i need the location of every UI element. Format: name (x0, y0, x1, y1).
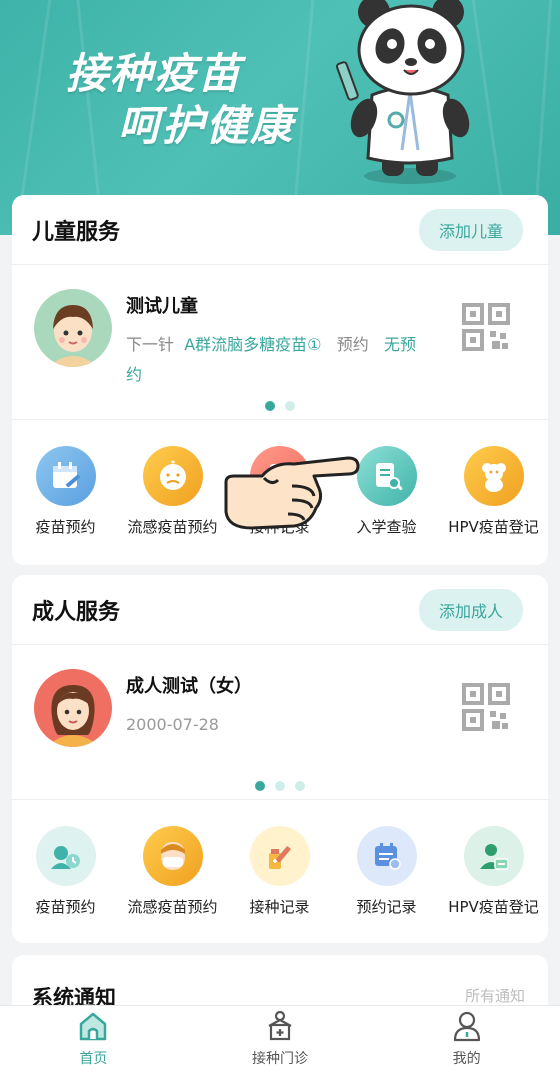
add-child-button[interactable]: 添加儿童 (418, 208, 523, 251)
adult-services-grid: 疫苗预约 流感疫苗预约 接种记录 预约记录 HPV疫苗登记 (12, 800, 548, 942)
service-label: 流感疫苗预约 (127, 518, 218, 536)
child-services-title: 儿童服务 (32, 219, 121, 245)
bottom-tab-bar: 首页 接种门诊 我的 (0, 1005, 560, 1075)
tab-mine[interactable]: 我的 (373, 1006, 560, 1075)
appointment-record[interactable]: 预约记录 (333, 826, 440, 942)
user-clock-icon (35, 826, 96, 886)
child-vaccine-appointment[interactable]: 疫苗预约 (12, 446, 119, 562)
qr-code-icon[interactable] (462, 303, 510, 351)
banner-slogan-line2: 呵护健康 (118, 101, 295, 150)
carousel-dot[interactable] (295, 781, 305, 791)
service-label: HPV疫苗登记 (448, 898, 539, 916)
adult-avatar (34, 669, 112, 747)
carousel-dot[interactable] (265, 401, 275, 411)
carousel-dot[interactable] (255, 781, 265, 791)
adult-flu-vaccine-appointment[interactable]: 流感疫苗预约 (119, 826, 226, 942)
child-avatar (34, 289, 112, 367)
service-label: 流感疫苗预约 (127, 898, 218, 916)
service-label: HPV疫苗登记 (448, 518, 539, 536)
tab-home[interactable]: 首页 (0, 1006, 187, 1075)
add-adult-button[interactable]: 添加成人 (418, 588, 523, 631)
service-label: 疫苗预约 (35, 898, 96, 916)
adult-services-title: 成人服务 (32, 599, 121, 625)
next-vaccine-name: A群流脑多糖疫苗① (184, 335, 322, 354)
user-icon (453, 1011, 480, 1042)
home-icon (80, 1012, 107, 1041)
tab-label: 我的 (452, 1051, 481, 1067)
tab-clinic[interactable]: 接种门诊 (187, 1006, 374, 1075)
adult-hpv-registration[interactable]: HPV疫苗登记 (440, 826, 547, 942)
sick-baby-icon (142, 446, 203, 506)
syringe-bottle-icon (249, 826, 310, 886)
child-carousel-dots (12, 401, 548, 411)
adult-vaccination-record[interactable]: 接种记录 (226, 826, 333, 942)
appointment-label: 预约 (336, 335, 369, 354)
service-label: 接种记录 (249, 898, 310, 916)
adult-carousel-dots (12, 781, 548, 791)
user-card-icon (463, 826, 524, 886)
tab-label: 首页 (79, 1051, 108, 1067)
service-label: 疫苗预约 (35, 518, 96, 536)
calendar-list-icon (356, 826, 417, 886)
adult-name: 成人测试（女） (126, 676, 252, 697)
carousel-dot[interactable] (275, 781, 285, 791)
child-services-header: 儿童服务 添加儿童 (12, 195, 548, 265)
service-label: 入学查验 (356, 518, 417, 536)
child-name: 测试儿童 (126, 296, 198, 317)
carousel-dot[interactable] (285, 401, 295, 411)
qr-code-icon[interactable] (462, 683, 510, 731)
adult-vaccine-appointment[interactable]: 疫苗预约 (12, 826, 119, 942)
child-next-vaccine-info: 下一针 A群流脑多糖疫苗① 预约 无预约 (126, 330, 426, 390)
masked-face-icon (142, 826, 203, 886)
all-notices-link[interactable]: 所有通知 (465, 985, 525, 1006)
adult-profile[interactable]: 成人测试（女） 2000-07-28 (12, 645, 548, 800)
calendar-syringe-icon (35, 446, 96, 506)
teddy-bear-icon (463, 446, 524, 506)
document-search-icon (356, 446, 417, 506)
service-label: 预约记录 (356, 898, 417, 916)
tab-label: 接种门诊 (252, 1051, 308, 1067)
child-profile[interactable]: 测试儿童 下一针 A群流脑多糖疫苗① 预约 无预约 (12, 265, 548, 420)
adult-services-card: 成人服务 添加成人 成人测试（女） 2000-07-28 疫苗预约 流感疫苗预约… (12, 575, 548, 943)
next-dose-label: 下一针 (126, 335, 175, 354)
child-hpv-registration[interactable]: HPV疫苗登记 (440, 446, 547, 562)
adult-services-header: 成人服务 添加成人 (12, 575, 548, 645)
pointing-hand-icon (224, 456, 360, 530)
child-flu-vaccine-appointment[interactable]: 流感疫苗预约 (119, 446, 226, 562)
clinic-icon (268, 1010, 292, 1041)
adult-birthdate: 2000-07-28 (126, 715, 219, 734)
panda-doctor-icon (335, 0, 470, 184)
